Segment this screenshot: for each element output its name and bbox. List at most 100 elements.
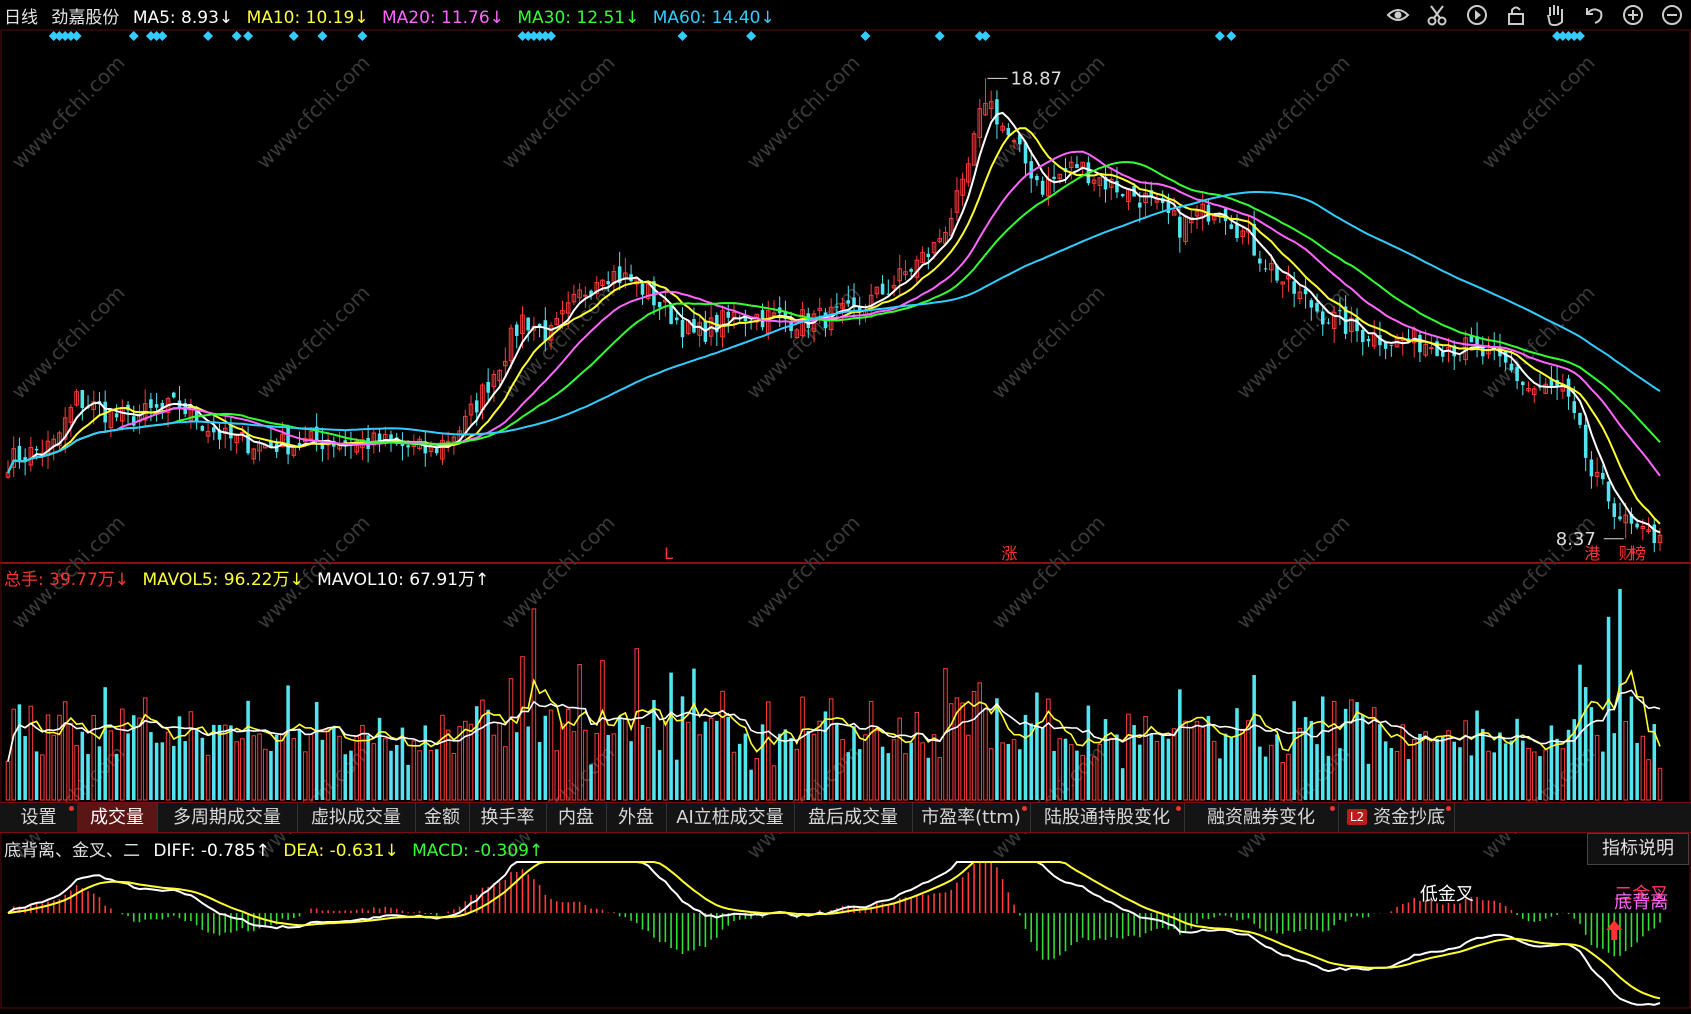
volume-bar-down [526, 726, 530, 800]
volume-bar-down [183, 741, 187, 800]
tab-11[interactable]: 陆股通持股变化 [1030, 803, 1185, 832]
volume-bar-down [777, 733, 782, 800]
candle-down [880, 283, 885, 295]
candle-down [1601, 472, 1605, 480]
tab-10[interactable]: 市盈率(ttm) [912, 803, 1031, 832]
candle-down [669, 305, 673, 324]
undo-icon[interactable] [1581, 2, 1607, 28]
candle-down [406, 445, 410, 448]
volume-bar-down [332, 727, 336, 800]
volume-bar-up [1171, 728, 1177, 801]
volume-bar-up [897, 717, 903, 801]
volume-bar-up [1463, 720, 1468, 801]
volume-bar-down [97, 746, 102, 800]
volume-bar-down [212, 724, 216, 800]
tab-0[interactable]: 设置 [0, 803, 78, 832]
volume-bar-down [160, 742, 165, 800]
volume-bar-down [846, 752, 851, 800]
volume-bar-up [1011, 739, 1017, 801]
volume-bar-up [548, 709, 554, 801]
tab-9[interactable]: 盘后成交量 [794, 803, 913, 832]
tab-label: 盘后成交量 [808, 807, 898, 828]
volume-bar-down [640, 724, 645, 800]
tab-7[interactable]: 外盘 [606, 803, 667, 832]
volume-bar-down [1075, 750, 1079, 800]
watermark-text: www.cfchi.com [252, 281, 375, 404]
candle-down [1441, 351, 1445, 357]
volume-bar-down [1406, 759, 1411, 800]
candle-up [1011, 140, 1017, 143]
volume-bar-up [291, 738, 297, 801]
volume-bar-down [17, 704, 22, 800]
volume-bar-down [377, 717, 382, 800]
candle-down [1235, 223, 1239, 238]
diff-line [7, 861, 1661, 1006]
watermark-text: www.cfchi.com [987, 281, 1110, 404]
volume-bar-up [623, 718, 628, 801]
zoom-in-icon[interactable] [1620, 2, 1646, 28]
lock-icon[interactable] [1503, 2, 1529, 28]
play-icon[interactable] [1464, 2, 1490, 28]
tab-dot-icon [1022, 806, 1027, 811]
volume-bar-down [1458, 747, 1462, 800]
l2-badge: L2 [1346, 809, 1368, 825]
volume-bar-down [1206, 716, 1211, 800]
candle-down [1635, 523, 1639, 528]
volume-bar-down [343, 754, 348, 800]
zoom-out-icon[interactable] [1659, 2, 1685, 28]
tab-6[interactable]: 内盘 [546, 803, 607, 832]
candle-down [1521, 381, 1525, 386]
tab-5[interactable]: 换手率 [469, 803, 547, 832]
volume-bar-up [1657, 767, 1663, 801]
macd-header: 底背离、金叉、二 DIFF: -0.785↑ DEA: -0.631↓ MACD… [4, 836, 551, 861]
volume-bar-up [165, 731, 171, 801]
volume-bar-down [1103, 719, 1108, 800]
watermark-text: www.cfchi.com [7, 51, 130, 174]
scissors-icon[interactable] [1424, 2, 1450, 28]
tab-2[interactable]: 多周期成交量 [157, 803, 298, 832]
volume-bar-down [34, 751, 39, 800]
volume-bar-up [708, 717, 714, 801]
tab-4[interactable]: 金额 [415, 803, 470, 832]
volume-bar-down [1326, 755, 1331, 800]
indicator-help-button[interactable]: 指标说明 [1587, 833, 1689, 865]
tab-3[interactable]: 虚拟成交量 [297, 803, 416, 832]
volume-bar-down [543, 715, 548, 800]
signal-diamond [317, 31, 328, 41]
tab-8[interactable]: AI立桩成交量 [666, 803, 795, 832]
volume-bar-down [1549, 725, 1554, 800]
eye-icon[interactable] [1385, 2, 1411, 28]
volume-bar-down [1229, 737, 1234, 800]
candle-down [1052, 176, 1056, 179]
volume-bar-down [995, 698, 999, 800]
volume-bar-down [1223, 733, 1228, 800]
chart-stage[interactable]: www.cfchi.com www.cfchi.com www.cfchi.com w… [0, 0, 1691, 1010]
volume-bar-down [1601, 751, 1605, 800]
volume-bar-up [142, 697, 148, 801]
volume-bar-up [257, 733, 262, 801]
tab-1[interactable]: 成交量 [77, 803, 158, 832]
tab-12[interactable]: 融资融券变化 [1184, 803, 1339, 832]
volume-bar-up [491, 734, 497, 801]
tab-13[interactable]: L2 资金抄底 [1338, 803, 1455, 832]
volume-bar-up [262, 748, 268, 801]
volume-bar-up [440, 714, 445, 801]
volume-bar-down [1515, 718, 1519, 800]
signal-diamond [203, 31, 214, 41]
volume-bar-down [1035, 692, 1039, 800]
volume-bar-down [1218, 758, 1222, 800]
ma20-legend: MA20: 11.76↓ [381, 8, 504, 28]
volume-bar-down [857, 749, 862, 800]
tab-label: 资金抄底 [1373, 807, 1446, 828]
volume-bar-up [903, 753, 908, 801]
candle-down [17, 445, 22, 462]
indicator-tab-bar: 设置 成交量 多周期成交量 虚拟成交量 金额 换手率 内盘 外盘 AI立桩成交量 盘后成交量 市盈率… [0, 802, 1691, 833]
candle-down [1515, 367, 1519, 382]
candle-down [926, 253, 931, 258]
volume-bar-down [1023, 714, 1028, 800]
period-label[interactable]: 日线 [4, 8, 38, 28]
volume-bar-down [217, 725, 222, 800]
hand-icon[interactable] [1542, 2, 1568, 28]
watermark-text: www.cfchi.com [742, 511, 865, 634]
volume-bar-down [1160, 735, 1165, 800]
